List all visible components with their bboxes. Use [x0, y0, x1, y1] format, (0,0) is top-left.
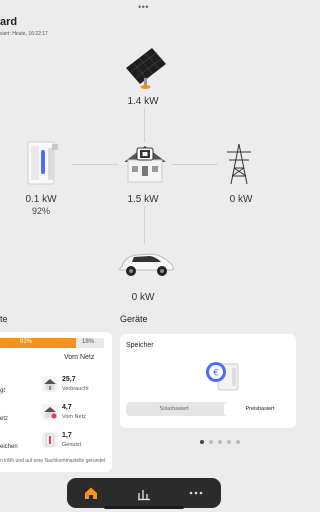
car-power-value: 0 kW: [131, 292, 155, 303]
battery-used-icon: [42, 432, 58, 448]
solar-power-value: 1.4 kW: [127, 96, 159, 107]
page-dot-5[interactable]: [236, 440, 240, 444]
grid-import-value: 4,7: [62, 404, 72, 411]
grid-import-icon: [42, 404, 58, 420]
self-sufficiency-bar: 82% 18%: [0, 338, 104, 348]
page-dot-1[interactable]: [200, 440, 204, 444]
left-stat-label-1: gt: [0, 388, 6, 394]
grid-share-label: Vom Netz: [64, 354, 95, 361]
grid-share-bar: 18%: [76, 338, 104, 348]
battery-storage-icon[interactable]: [26, 140, 60, 186]
connector-vertical-bottom: [144, 206, 145, 244]
house-power-value: 1.5 kW: [127, 194, 159, 205]
connector-horizontal-left: [72, 164, 118, 165]
energy-section-title: te: [0, 314, 8, 324]
house-icon[interactable]: [120, 140, 170, 186]
bottom-tab-bar: [67, 478, 221, 508]
connector-vertical-top: [144, 108, 145, 142]
chart-icon[interactable]: [135, 484, 153, 502]
storage-mode-toggle[interactable]: Solarbasiert Preisbasiert: [126, 402, 296, 416]
grid-import-caption: Vom Netz: [62, 414, 86, 420]
more-icon[interactable]: [187, 484, 205, 502]
battery-used-value: 1,7: [62, 432, 72, 439]
electric-car-icon[interactable]: [116, 245, 176, 279]
connector-horizontal-right: [172, 164, 218, 165]
storage-card-title: Speicher: [126, 342, 154, 349]
battery-used-caption: Genutzt: [62, 442, 82, 448]
self-share-bar: 82%: [0, 338, 76, 348]
page-dot-3[interactable]: [218, 440, 222, 444]
price-storage-icon: €: [206, 362, 239, 391]
grid-power-value: 0 kW: [229, 194, 253, 205]
page-dot-4[interactable]: [227, 440, 231, 444]
battery-power-value: 0.1 kW: [25, 194, 57, 205]
self-share-percent: 82%: [20, 339, 33, 345]
home-indicator: [104, 506, 184, 509]
rounding-footnote: n kWh und auf eine Nachkommastelle gerun…: [0, 458, 106, 464]
energy-card[interactable]: 82% 18% Vom Netz gt etz eichen 25,7 Verb…: [0, 332, 112, 472]
solar-panel-icon[interactable]: [122, 44, 170, 92]
page-dot-2[interactable]: [209, 440, 213, 444]
page-indicator[interactable]: [200, 431, 245, 449]
option-solar-based[interactable]: Solarbasiert: [126, 402, 222, 416]
left-stat-label-2: etz: [0, 416, 9, 422]
page-title: ard: [0, 16, 18, 28]
grid-share-percent: 18%: [82, 339, 95, 345]
house-consumption-icon: [42, 376, 58, 392]
option-price-based[interactable]: Preisbasiert: [224, 402, 296, 416]
consumed-value: 25,7: [62, 376, 76, 383]
last-updated: siert: Heute, 16:22:17: [0, 31, 48, 37]
devices-section-title: Geräte: [120, 314, 148, 324]
svg-text:€: €: [213, 369, 219, 379]
consumed-caption: Verbraucht: [62, 386, 89, 392]
left-stat-label-3: eichen: [0, 444, 18, 450]
battery-charge-value: 92%: [31, 206, 50, 216]
power-mast-icon[interactable]: [222, 142, 256, 186]
more-dots[interactable]: •••: [138, 2, 149, 12]
storage-device-card[interactable]: Speicher € Solarbasiert Preisbasiert: [120, 334, 296, 428]
home-icon[interactable]: [82, 484, 100, 502]
